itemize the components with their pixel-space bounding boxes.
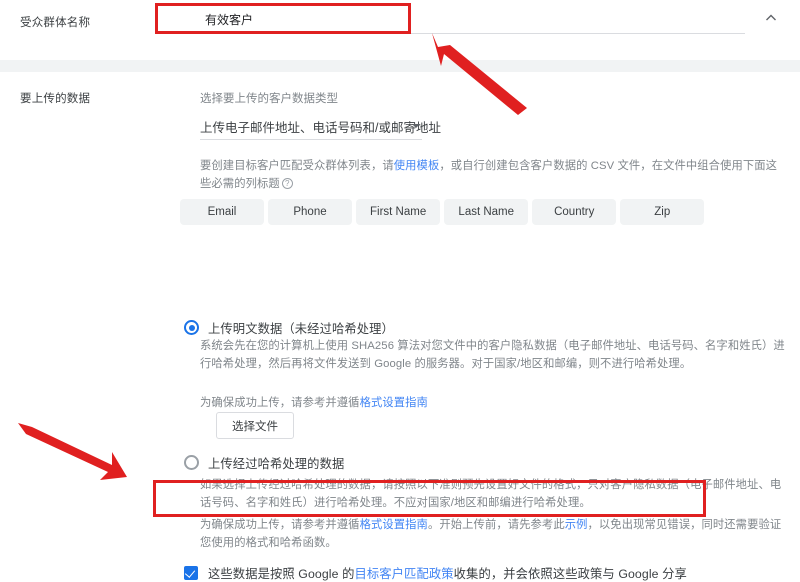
- data-type-select-value: 上传电子邮件地址、电话号码和/或邮寄地址: [200, 121, 441, 135]
- radio-label-plain: 上传明文数据（未经过哈希处理）: [208, 322, 394, 336]
- consent-checkbox-row[interactable]: 这些数据是按照 Google 的目标客户匹配政策收集的，并会依照这些政策与 Go…: [184, 564, 687, 582]
- help-circle-icon[interactable]: ?: [281, 178, 293, 189]
- radio-label-hashed: 上传经过哈希处理的数据: [208, 457, 345, 471]
- radio-option-hashed-data[interactable]: 上传经过哈希处理的数据: [184, 454, 344, 472]
- checkbox-checked-icon[interactable]: [184, 566, 198, 580]
- caret-down-icon: [412, 124, 420, 128]
- consent-part2: 收集的，并会依照这些政策与 Google 分享: [453, 567, 687, 581]
- audience-name-input[interactable]: 有效客户: [200, 8, 745, 34]
- column-header-chips: Email Phone First Name Last Name Country…: [180, 199, 705, 225]
- audience-name-label: 受众群体名称: [20, 17, 91, 29]
- plain-ensure-prefix: 为确保成功上传，请参考并遵循: [200, 397, 360, 409]
- audience-editor-page: 受众群体名称 有效客户 要上传的数据 选择要上传的客户数据类型 上传电子邮件地址…: [0, 0, 800, 582]
- chip-email: Email: [180, 199, 264, 225]
- data-to-upload-section: 要上传的数据 选择要上传的客户数据类型 上传电子邮件地址、电话号码和/或邮寄地址…: [0, 72, 800, 582]
- csv-instructions: 要创建目标客户匹配受众群体列表，请使用模板，或自行创建包含客户数据的 CSV 文…: [200, 157, 780, 193]
- hashed-ensure-mid: 。开始上传前，请先参考此: [427, 519, 565, 531]
- chip-first-name: First Name: [356, 199, 441, 225]
- customer-match-policy-link[interactable]: 目标客户匹配政策: [354, 567, 453, 581]
- hashed-data-format-note: 为确保成功上传，请参考并遵循格式设置指南。开始上传前，请先参考此示例，以免出现常…: [200, 516, 790, 552]
- choose-file-button[interactable]: 选择文件: [216, 412, 294, 439]
- chip-country: Country: [532, 199, 617, 225]
- data-type-hint: 选择要上传的客户数据类型: [200, 93, 338, 105]
- hashed-ensure-prefix: 为确保成功上传，请参考并遵循: [200, 519, 360, 531]
- data-to-upload-label: 要上传的数据: [20, 93, 91, 105]
- radio-option-plain-data[interactable]: 上传明文数据（未经过哈希处理）: [184, 319, 394, 337]
- chip-last-name: Last Name: [444, 199, 529, 225]
- chip-zip: Zip: [620, 199, 705, 225]
- section-divider: [0, 60, 800, 72]
- consent-part1: 这些数据是按照 Google 的: [208, 567, 355, 581]
- plain-data-description: 系统会先在您的计算机上使用 SHA256 算法对您文件中的客户隐私数据（电子邮件…: [200, 340, 785, 370]
- audience-name-section: 受众群体名称 有效客户: [0, 0, 800, 60]
- chevron-up-icon[interactable]: [764, 11, 778, 25]
- example-link[interactable]: 示例: [565, 519, 588, 531]
- chip-phone: Phone: [268, 199, 352, 225]
- consent-label: 这些数据是按照 Google 的目标客户匹配政策收集的，并会依照这些政策与 Go…: [208, 564, 687, 582]
- radio-button-hashed[interactable]: [184, 455, 199, 470]
- data-type-select[interactable]: 上传电子邮件地址、电话号码和/或邮寄地址: [200, 116, 441, 140]
- plain-data-format-note: 为确保成功上传，请参考并遵循格式设置指南: [200, 394, 780, 412]
- format-guide-link-hashed[interactable]: 格式设置指南: [360, 519, 428, 531]
- audience-name-value[interactable]: 有效客户: [205, 11, 253, 28]
- radio-button-plain[interactable]: [184, 320, 199, 335]
- hashed-data-description: 如果选择上传经过哈希处理的数据，请按照以下准则预先设置好文件的格式，只对客户隐私…: [200, 479, 782, 509]
- template-link[interactable]: 使用模板: [394, 160, 440, 172]
- format-guide-link-plain[interactable]: 格式设置指南: [360, 397, 428, 409]
- csv-text-part1: 要创建目标客户匹配受众群体列表，请: [200, 160, 394, 172]
